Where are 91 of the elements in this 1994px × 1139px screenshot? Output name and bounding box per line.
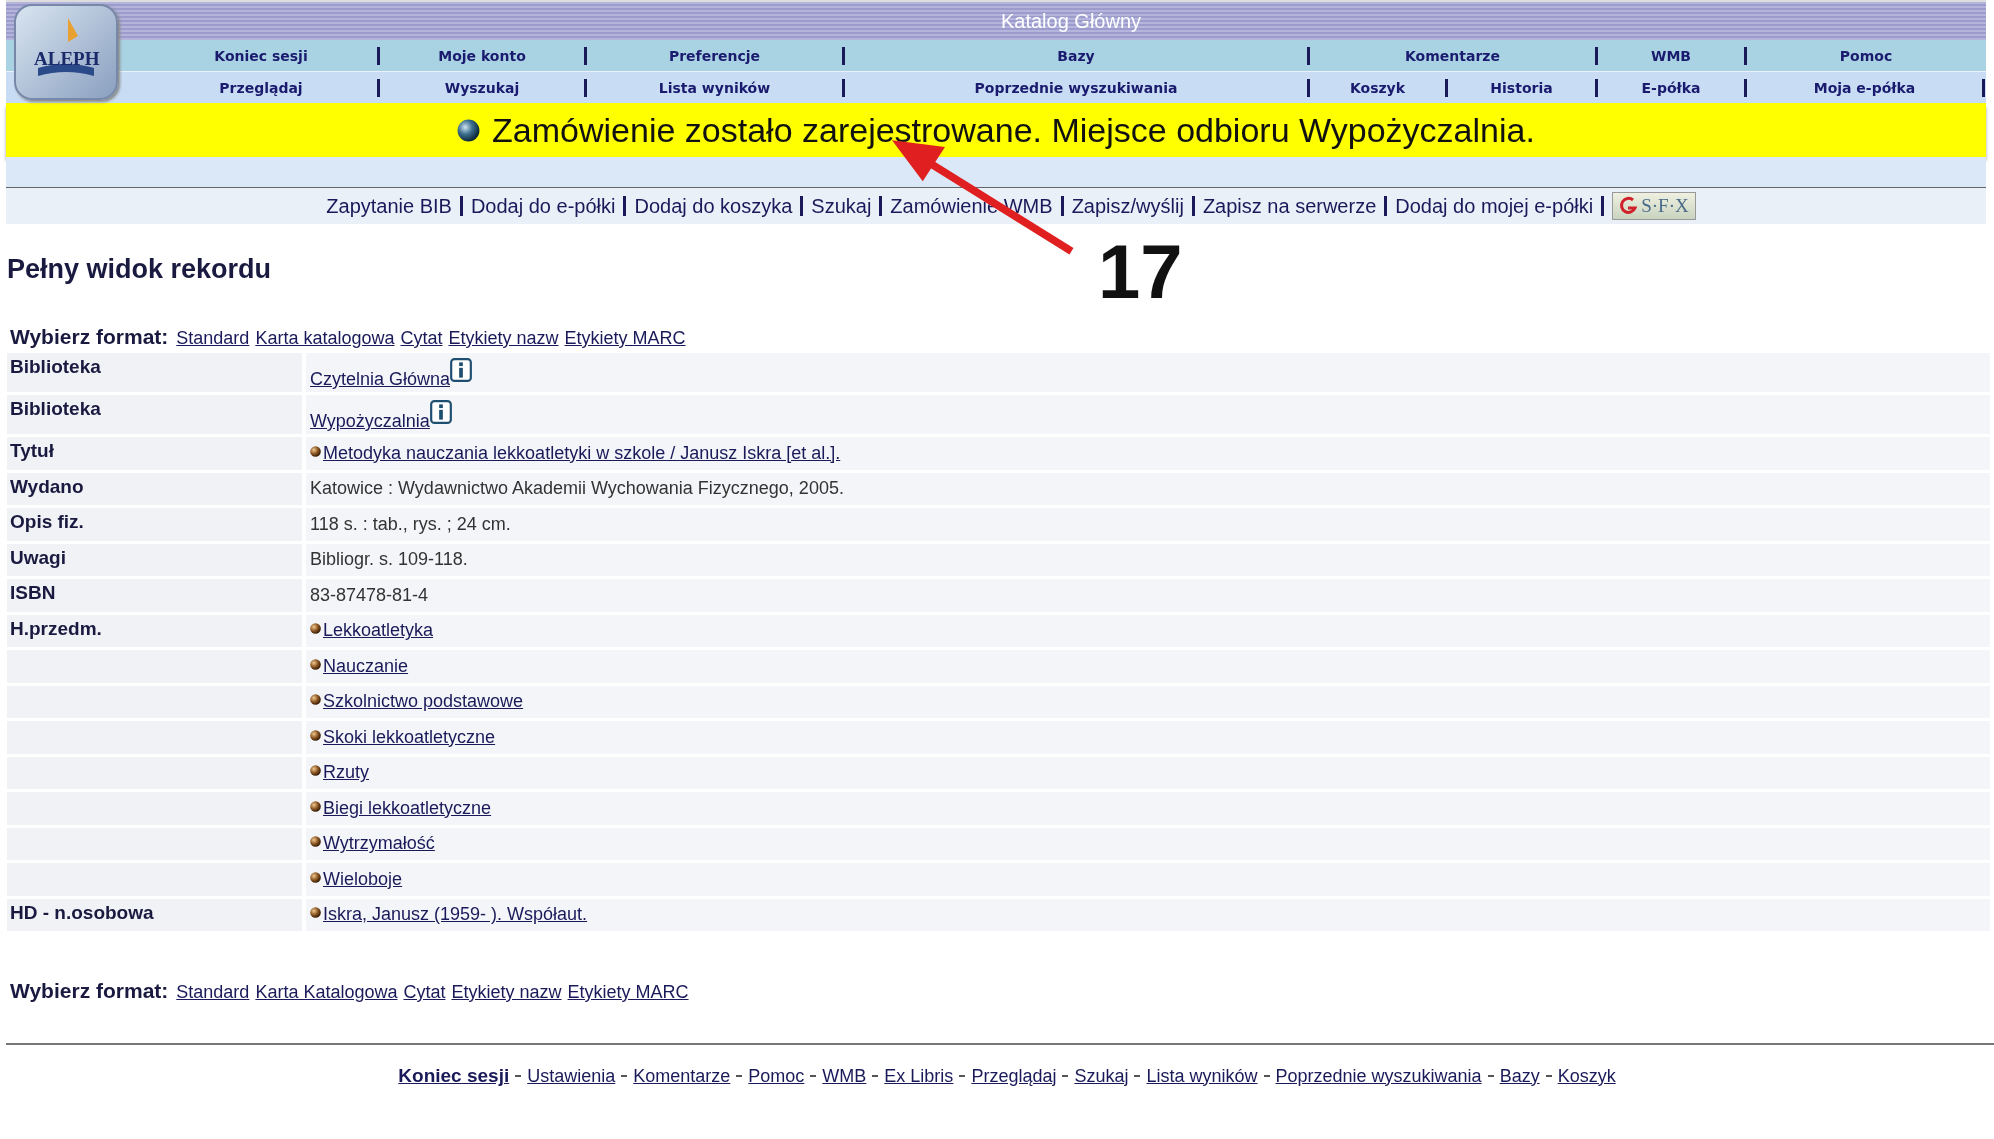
nav-link[interactable]: Moja e-półka: [1813, 79, 1916, 96]
info-icon[interactable]: [450, 358, 473, 382]
record-link[interactable]: Wytrzymałość: [323, 833, 435, 855]
library-link[interactable]: Czytelnia Główna: [310, 369, 451, 390]
format-label: Wybierz format:: [10, 325, 169, 349]
nav-link[interactable]: Bazy: [1057, 47, 1095, 64]
nav-link[interactable]: Preferencje: [668, 47, 761, 64]
format-link[interactable]: Karta katalogowa: [255, 328, 395, 349]
bullet-icon: [310, 623, 321, 635]
swirl-icon: [1619, 196, 1640, 216]
nav-link[interactable]: Pomoc: [1839, 47, 1893, 64]
footer-link[interactable]: Ex Libris: [884, 1065, 954, 1087]
record-link[interactable]: Biegi lekkoatletyczne: [323, 797, 492, 819]
field-label: Wydano: [7, 472, 302, 505]
record-link[interactable]: Rzuty: [323, 762, 369, 784]
nav-link[interactable]: Koniec sesji: [214, 47, 308, 64]
action-link[interactable]: Zapisz/wyślij: [1071, 194, 1184, 218]
footer-link[interactable]: WMB: [822, 1065, 867, 1087]
nav-link[interactable]: Koszyk: [1349, 79, 1406, 96]
footer-link[interactable]: Koniec sesji: [398, 1065, 510, 1087]
nav-link[interactable]: Przeglądaj: [219, 79, 303, 96]
field-label: Opis fiz.: [7, 508, 302, 541]
bullet-icon: [310, 871, 321, 883]
nav-link[interactable]: E-półka: [1641, 79, 1701, 96]
field-label: H.przedm.: [7, 614, 302, 647]
record-link[interactable]: Szkolnictwo podstawowe: [323, 691, 524, 713]
action-link[interactable]: Szukaj: [811, 194, 872, 218]
nav-link[interactable]: WMB: [1650, 47, 1691, 64]
record-link[interactable]: Iskra, Janusz (1959- ). Współaut.: [323, 904, 588, 926]
nav-link[interactable]: Historia: [1490, 79, 1553, 96]
record-link[interactable]: Skoki lekkoatletyczne: [323, 726, 496, 748]
footer-link[interactable]: Szukaj: [1074, 1065, 1129, 1087]
window-title: Katalog Główny: [1000, 9, 1142, 33]
field-value: Katowice : Wydawnictwo Akademii Wychowania Fizycznego, 2005.: [310, 478, 844, 500]
field-label: Biblioteka: [7, 395, 302, 434]
field-label: Biblioteka: [7, 353, 302, 392]
sfx-button[interactable]: S·F·X: [1612, 192, 1696, 220]
field-value: Bibliogr. s. 109-118.: [310, 549, 468, 571]
field-label: ISBN: [7, 579, 302, 612]
format-link[interactable]: Cytat: [400, 328, 443, 349]
logo-text: ALEPH: [34, 48, 100, 70]
annotation-number: 17: [1098, 228, 1183, 315]
record-link[interactable]: Nauczanie: [323, 655, 409, 677]
format-link[interactable]: Etykiety MARC: [567, 982, 689, 1003]
field-value: 83-87478-81-4: [310, 584, 429, 606]
action-link[interactable]: Zapytanie BIB: [326, 194, 452, 218]
field-label: Tytuł: [7, 437, 302, 470]
bullet-icon: [457, 118, 481, 142]
bullet-icon: [310, 836, 321, 848]
nav-link[interactable]: Lista wyników: [658, 79, 771, 96]
record-link[interactable]: Lekkoatletyka: [323, 620, 434, 642]
format-link[interactable]: Karta Katalogowa: [255, 982, 398, 1003]
format-link[interactable]: Standard: [176, 328, 250, 349]
footer-link[interactable]: Komentarze: [633, 1065, 731, 1087]
format-link[interactable]: Etykiety nazw: [451, 982, 562, 1003]
action-link[interactable]: Dodaj do mojej e-półki: [1395, 194, 1594, 218]
footer-link[interactable]: Bazy: [1499, 1065, 1540, 1087]
field-label: HD - n.osobowa: [7, 898, 302, 931]
action-link[interactable]: Dodaj do e-półki: [470, 194, 616, 218]
info-icon[interactable]: [429, 400, 452, 424]
action-link[interactable]: Dodaj do koszyka: [634, 194, 793, 218]
nav-link[interactable]: Poprzednie wyszukiwania: [974, 79, 1178, 96]
nav-link[interactable]: Wyszukaj: [444, 79, 520, 96]
footer-link[interactable]: Koszyk: [1557, 1065, 1616, 1087]
format-link[interactable]: Etykiety MARC: [564, 328, 686, 349]
format-link[interactable]: Etykiety nazw: [448, 328, 559, 349]
field-value: 118 s. : tab., rys. ; 24 cm.: [310, 513, 511, 535]
footer-link[interactable]: Pomoc: [748, 1065, 805, 1087]
bullet-icon: [310, 800, 321, 812]
bullet-icon: [310, 765, 321, 777]
footer-link[interactable]: Ustawienia: [527, 1065, 616, 1087]
record-link[interactable]: Wieloboje: [323, 868, 403, 890]
banner-message: Zamówienie zostało zarejestrowane. Miejsce odbioru Wypożyczalnia.: [492, 110, 1535, 150]
bullet-icon: [310, 445, 321, 457]
nav-link[interactable]: Komentarze: [1405, 47, 1500, 64]
format-link[interactable]: Cytat: [403, 982, 446, 1003]
action-link[interactable]: Zapisz na serwerze: [1202, 194, 1377, 218]
format-link[interactable]: Standard: [176, 982, 250, 1003]
format-label: Wybierz format:: [10, 979, 169, 1003]
bullet-icon: [310, 907, 321, 919]
page-heading: Pełny widok rekordu: [7, 254, 272, 285]
bullet-icon: [310, 729, 321, 741]
library-link[interactable]: Wypożyczalnia: [310, 411, 430, 432]
bullet-icon: [310, 694, 321, 706]
bullet-icon: [310, 658, 321, 670]
field-label: Uwagi: [7, 543, 302, 576]
footer-link[interactable]: Przeglądaj: [971, 1065, 1057, 1087]
footer-link[interactable]: Lista wyników: [1146, 1065, 1258, 1087]
aleph-logo[interactable]: ALEPH: [14, 4, 118, 100]
footer-link[interactable]: Poprzednie wyszukiwania: [1275, 1065, 1482, 1087]
nav-link[interactable]: Moje konto: [438, 47, 526, 64]
